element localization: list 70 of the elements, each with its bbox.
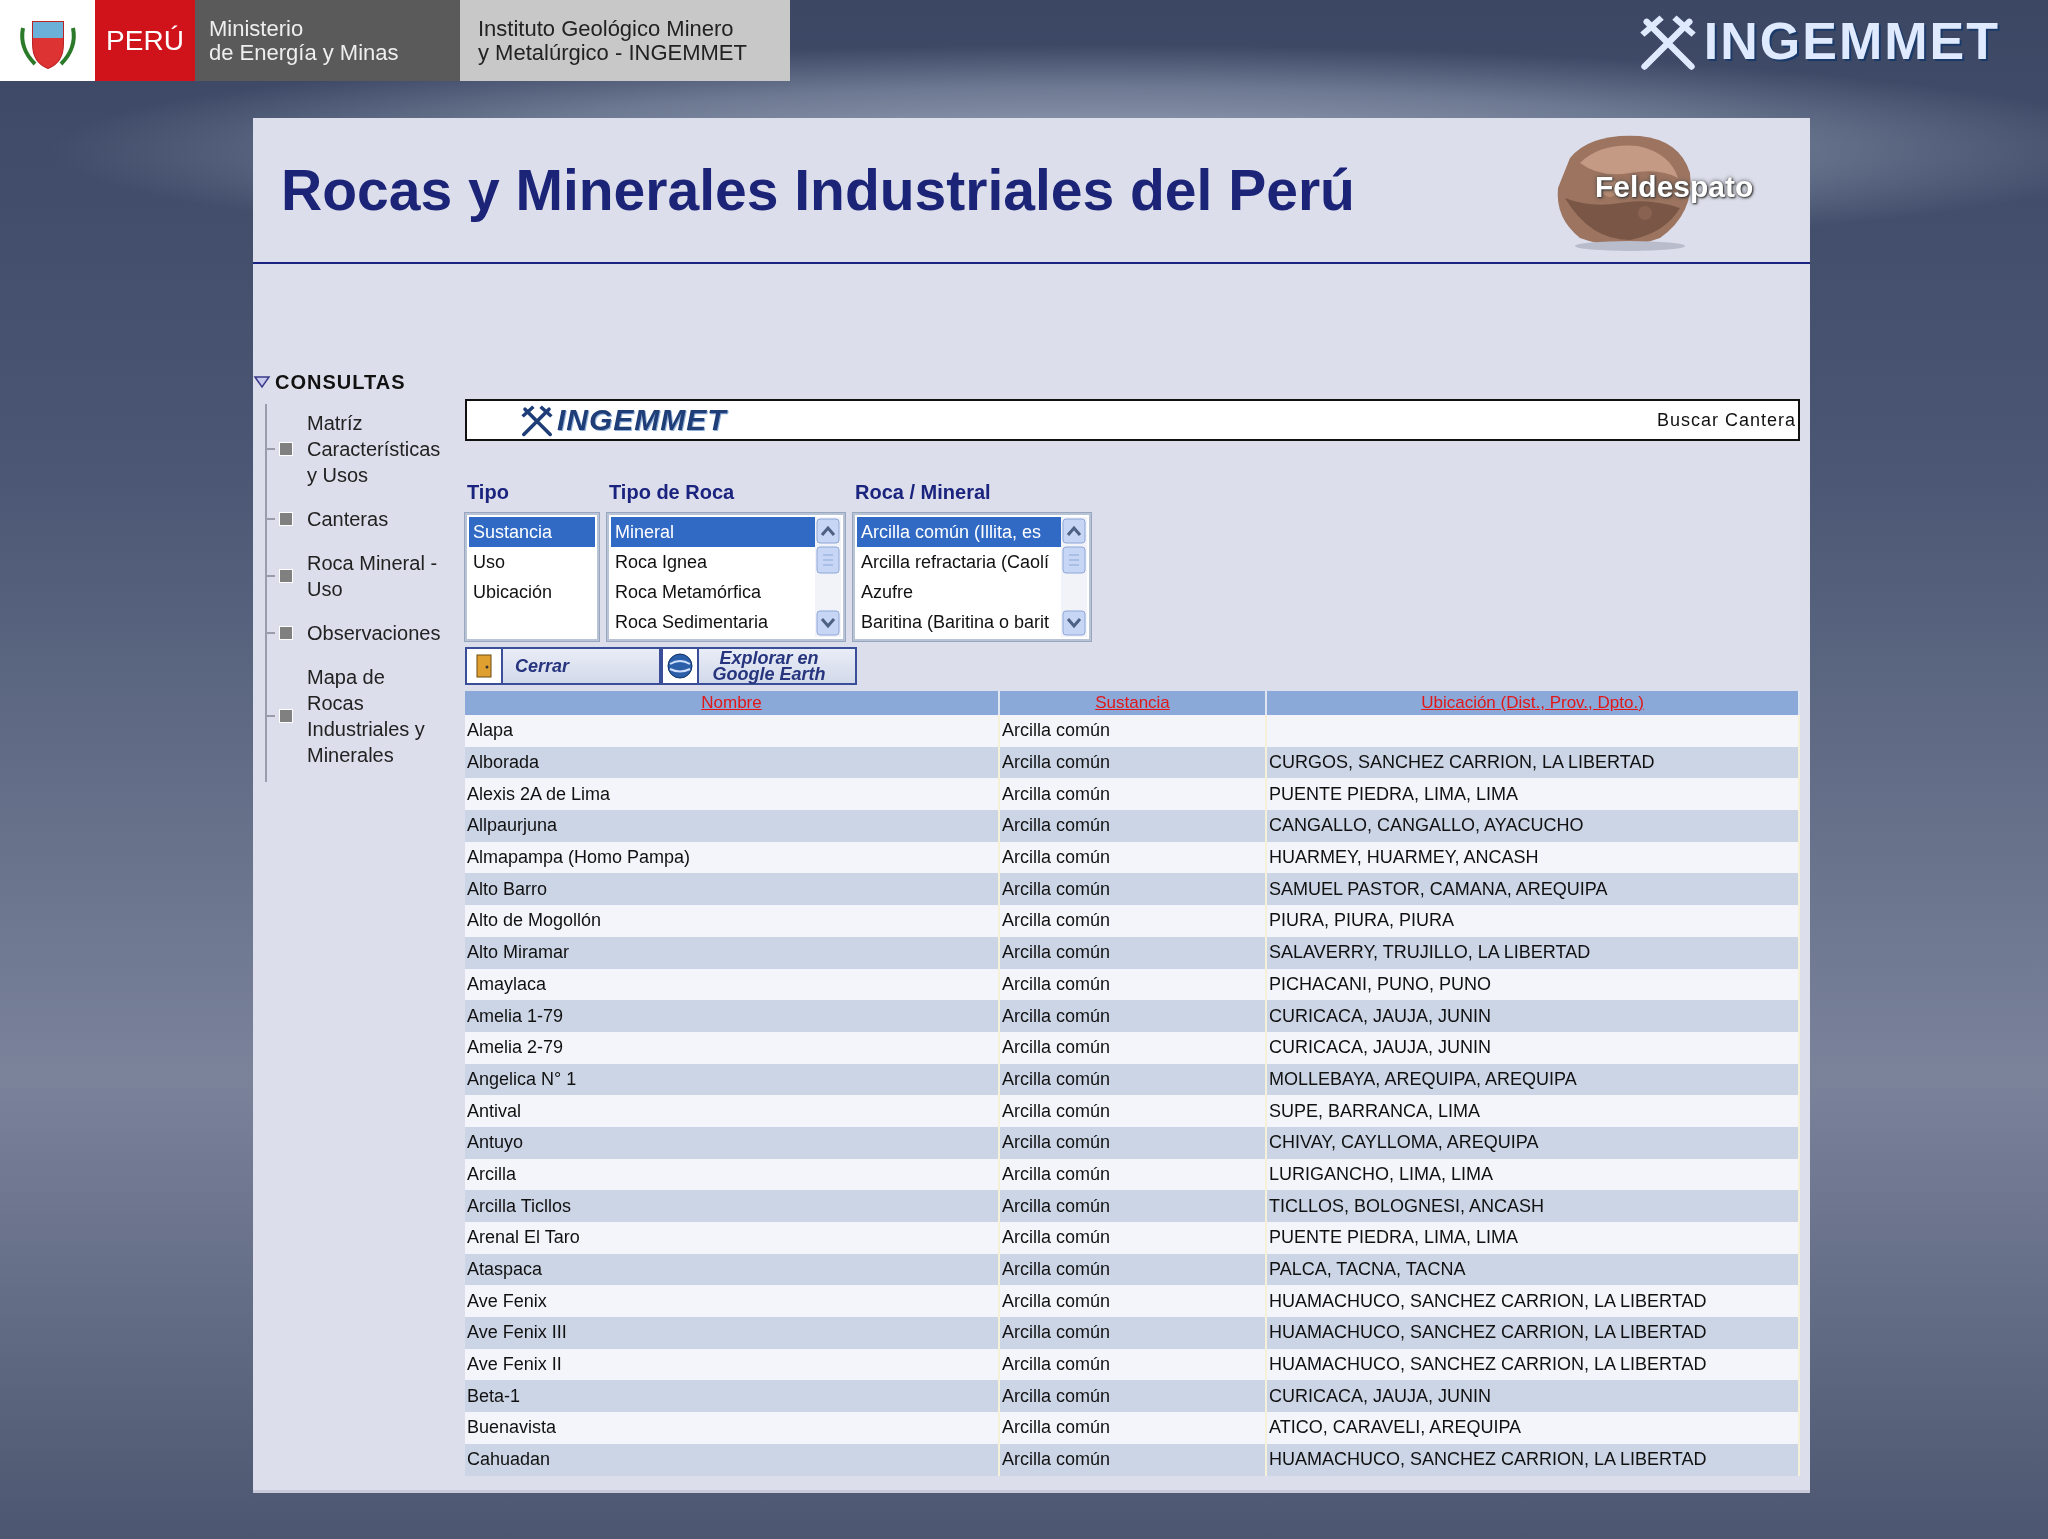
brand-logo: INGEMMET xyxy=(1703,10,2000,71)
table-row[interactable]: Angelica N° 1 Arcilla común MOLLEBAYA, AREQUIPA, AREQUIPA xyxy=(465,1063,1799,1096)
table-row[interactable]: Antival Arcilla común SUPE, BARRANCA, LIMA xyxy=(465,1095,1799,1127)
table-row[interactable]: Alto Miramar Arcilla común SALAVERRY, TRUJILLO, LA LIBERTAD xyxy=(465,936,1799,969)
sidebar-item[interactable]: Matríz Características y Usos xyxy=(307,410,441,488)
table-row[interactable]: Almapampa (Homo Pampa) Arcilla común HUARMEY, HUARMEY, ANCASH xyxy=(465,841,1799,874)
page-title: Rocas y Minerales Industriales del Perú xyxy=(281,157,1355,223)
list-item[interactable]: Arcilla refractaria (Caolí xyxy=(857,547,1061,577)
list-box[interactable]: Arcilla común (Illita, es Arcilla refractaria (Caolí Azufre Baritina (Baritina o barit xyxy=(853,513,1091,641)
list-box[interactable]: Mineral Roca Ignea Roca Metamórfica Roca Sedimentaria xyxy=(607,513,845,641)
table-row[interactable]: Alto Barro Arcilla común SAMUEL PASTOR, CAMANA, AREQUIPA xyxy=(465,873,1799,906)
table-row[interactable]: Buenavista Arcilla común ATICO, CARAVELI, AREQUIPA xyxy=(465,1412,1799,1444)
globe-icon xyxy=(666,652,694,680)
table-row[interactable]: Alto de Mogollón Arcilla común PIURA, PIURA, PIURA xyxy=(465,905,1799,937)
bullet-icon xyxy=(279,626,293,640)
bullet-icon xyxy=(279,709,293,723)
table-row[interactable]: Amelia 2-79 Arcilla común CURICACA, JAUJA, JUNIN xyxy=(465,1031,1799,1064)
sidebar-item[interactable]: Observaciones xyxy=(307,620,441,646)
list-item[interactable]: Arcilla común (Illita, es xyxy=(857,517,1061,547)
table-row[interactable]: Amelia 1-79 Arcilla común CURICACA, JAUJA, JUNIN xyxy=(465,1000,1799,1032)
sidebar-item[interactable]: Mapa de Rocas Industriales y Minerales xyxy=(307,664,425,768)
table-row[interactable]: Allpaurjuna Arcilla común CANGALLO, CANGALLO, AYACUCHO xyxy=(465,810,1799,842)
table-row[interactable]: Ave Fenix III Arcilla común HUAMACHUCO, SANCHEZ CARRION, LA LIBERTAD xyxy=(465,1317,1799,1349)
list-item[interactable]: Ubicación xyxy=(469,577,595,607)
table-row[interactable]: Cahuadan Arcilla común HUAMACHUCO, SANCHEZ CARRION, LA LIBERTAD xyxy=(465,1443,1799,1476)
table-cell: Arcilla común xyxy=(999,1443,1266,1476)
list-item[interactable]: Roca Sedimentaria xyxy=(611,607,815,637)
caret-icon[interactable] xyxy=(253,375,271,389)
country-label: PERÚ xyxy=(106,24,184,57)
close-button[interactable]: Cerrar xyxy=(465,647,661,685)
sidebar-item[interactable]: Roca Mineral - Uso xyxy=(307,550,438,602)
list-box[interactable]: Sustancia Uso Ubicación xyxy=(465,513,599,641)
list-item[interactable]: Uso xyxy=(469,547,595,577)
table-row[interactable]: Antuyo Arcilla común CHIVAY, CAYLLOMA, AREQUIPA xyxy=(465,1126,1799,1159)
list-item[interactable]: Sustancia xyxy=(469,517,595,547)
filter-label: Tipo de Roca xyxy=(608,481,736,505)
table-cell: Cahuadan xyxy=(465,1443,999,1476)
ministry-name: Ministerio xyxy=(209,17,305,41)
ministry-name: de Energía y Minas xyxy=(209,40,400,64)
scrollbar[interactable] xyxy=(1061,517,1087,637)
search-link[interactable]: Buscar Cantera xyxy=(1656,409,1796,431)
table-row[interactable]: Ave Fenix Arcilla común HUAMACHUCO, SANCHEZ CARRION, LA LIBERTAD xyxy=(465,1285,1799,1318)
list-item[interactable]: Mineral xyxy=(611,517,815,547)
list-item[interactable]: Azufre xyxy=(857,577,1061,607)
filter-label: Tipo xyxy=(466,481,510,505)
sidebar-item[interactable]: Canteras xyxy=(307,506,389,532)
list-item[interactable]: Baritina (Baritina o barit xyxy=(857,607,1061,637)
globe-button[interactable]: Explorar en Google Earth xyxy=(661,647,857,685)
list-item[interactable]: Roca Ignea xyxy=(611,547,815,577)
table-row[interactable]: Ave Fenix II Arcilla común HUAMACHUCO, SANCHEZ CARRION, LA LIBERTAD xyxy=(465,1348,1799,1381)
table-row[interactable]: Amaylaca Arcilla común PICHACANI, PUNO, PUNO xyxy=(465,968,1799,1001)
scrollbar[interactable] xyxy=(815,517,841,637)
bullet-icon xyxy=(279,442,293,456)
bullet-icon xyxy=(279,512,293,526)
table-row[interactable]: Arenal El Taro Arcilla común PUENTE PIEDRA, LIMA, LIMA xyxy=(465,1222,1799,1254)
table-row[interactable]: Ataspaca Arcilla común PALCA, TACNA, TACNA xyxy=(465,1253,1799,1286)
section-title: CONSULTAS xyxy=(275,370,406,394)
table-row[interactable]: Alexis 2A de Lima Arcilla común PUENTE PIEDRA, LIMA, LIMA xyxy=(465,778,1799,811)
table-row[interactable]: Alborada Arcilla común CURGOS, SANCHEZ CARRION, LA LIBERTAD xyxy=(465,746,1799,779)
bullet-icon xyxy=(279,569,293,583)
list-item[interactable]: Roca Metamórfica xyxy=(611,577,815,607)
table-row[interactable]: Arcilla Arcilla común LURIGANCHO, LIMA, LIMA xyxy=(465,1158,1799,1191)
filter-label: Roca / Mineral xyxy=(854,481,992,505)
brand-logo: INGEMMET xyxy=(557,403,727,437)
institute-name: y Metalúrgico - INGEMMET xyxy=(478,40,748,65)
table-row[interactable]: Alapa Arcilla común xyxy=(465,715,1799,747)
table-row[interactable]: Beta-1 Arcilla común CURICACA, JAUJA, JUNIN xyxy=(465,1380,1799,1413)
institute-name: Instituto Geológico Minero xyxy=(478,16,735,41)
table-row[interactable]: Arcilla Ticllos Arcilla común TICLLOS, BOLOGNESI, ANCASH xyxy=(465,1190,1799,1222)
table-cell: HUAMACHUCO, SANCHEZ CARRION, LA LIBERTAD xyxy=(1266,1443,1799,1476)
